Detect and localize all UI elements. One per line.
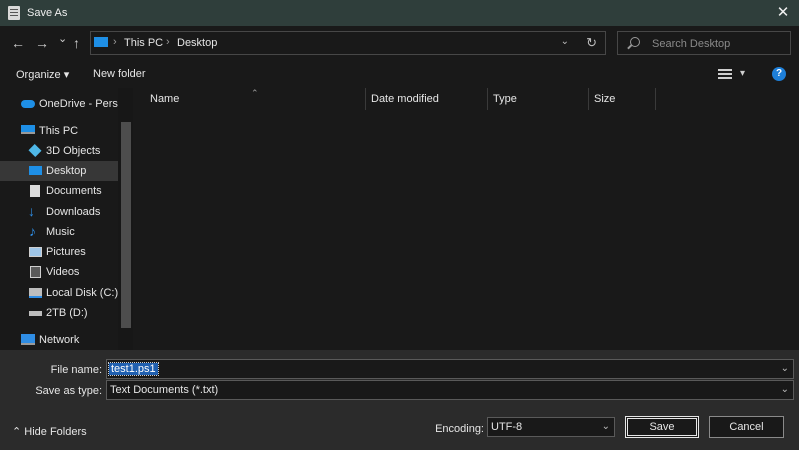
save-type-value: Text Documents (*.txt) bbox=[110, 384, 219, 396]
new-folder-button[interactable]: New folder bbox=[93, 68, 146, 80]
sidebar-item-network[interactable]: Network bbox=[0, 330, 118, 350]
navigation-bar: ← → ⌄ ↑ › This PC › Desktop ⌄ ↻ Search D… bbox=[0, 26, 799, 61]
disk-icon bbox=[29, 288, 42, 298]
sidebar-item-label: Desktop bbox=[46, 165, 87, 177]
recent-locations-button[interactable]: ⌄ bbox=[58, 32, 67, 45]
file-name-value[interactable]: test1.ps1 bbox=[108, 362, 159, 376]
video-icon bbox=[30, 266, 41, 278]
download-icon: ↓ bbox=[28, 203, 35, 219]
music-icon: ♪ bbox=[29, 223, 36, 239]
chevron-down-icon[interactable]: ⌄ bbox=[561, 36, 569, 47]
sidebar-item-music[interactable]: ♪ Music bbox=[0, 222, 118, 242]
search-icon bbox=[630, 37, 640, 47]
sidebar-item-label: Music bbox=[46, 226, 75, 238]
chevron-down-icon[interactable]: ⌄ bbox=[781, 384, 789, 395]
save-button[interactable]: Save bbox=[625, 416, 699, 438]
column-divider[interactable] bbox=[588, 88, 589, 110]
sidebar-item-label: Pictures bbox=[46, 246, 86, 258]
window-title: Save As bbox=[27, 7, 68, 19]
breadcrumb-this-pc[interactable]: This PC bbox=[124, 37, 163, 49]
sidebar-item-this-pc[interactable]: This PC bbox=[0, 121, 118, 141]
encoding-value: UTF-8 bbox=[491, 421, 523, 433]
sidebar-item-label: This PC bbox=[39, 125, 79, 137]
sidebar-item-downloads[interactable]: ↓ Downloads bbox=[0, 202, 118, 222]
file-name-field[interactable]: test1.ps1 ⌄ bbox=[106, 359, 794, 379]
network-icon bbox=[21, 334, 35, 345]
file-list[interactable]: ⌃ Name Date modified Type Size bbox=[133, 88, 799, 350]
back-button[interactable]: ← bbox=[11, 35, 25, 51]
up-button[interactable]: ↑ bbox=[73, 35, 80, 51]
column-divider[interactable] bbox=[655, 88, 656, 110]
address-bar[interactable]: › This PC › Desktop ⌄ ↻ bbox=[90, 31, 606, 55]
sidebar-item-videos[interactable]: Videos bbox=[0, 262, 118, 282]
sidebar-item-label: Videos bbox=[46, 266, 80, 278]
sidebar-item-label: Documents bbox=[46, 185, 102, 197]
pictures-icon bbox=[29, 247, 42, 257]
chevron-down-icon[interactable]: ⌄ bbox=[781, 363, 789, 374]
sidebar-scrollbar-thumb[interactable] bbox=[121, 122, 131, 328]
view-dropdown-chevron[interactable]: ▾ bbox=[740, 68, 745, 79]
search-box[interactable]: Search Desktop bbox=[617, 31, 791, 55]
column-header-date-modified[interactable]: Date modified bbox=[371, 93, 439, 105]
breadcrumb-separator: › bbox=[166, 36, 170, 48]
sidebar-item-onedrive[interactable]: OneDrive - Persor bbox=[0, 94, 128, 114]
view-options-icon[interactable] bbox=[718, 69, 732, 79]
desktop-icon bbox=[29, 166, 42, 175]
help-icon[interactable]: ? bbox=[772, 67, 786, 81]
save-options-panel: File name: test1.ps1 ⌄ Save as type: Tex… bbox=[0, 350, 799, 450]
sort-ascending-icon: ⌃ bbox=[251, 88, 259, 98]
sidebar-item-label: Downloads bbox=[46, 206, 101, 218]
pc-icon bbox=[94, 37, 108, 47]
pc-icon bbox=[21, 125, 35, 134]
sidebar-item-label: 2TB (D:) bbox=[46, 307, 88, 319]
sidebar-item-2tb[interactable]: 2TB (D:) bbox=[0, 303, 118, 323]
sidebar-item-label: Local Disk (C:) bbox=[46, 287, 119, 299]
encoding-select[interactable]: UTF-8 ⌄ bbox=[487, 417, 615, 437]
breadcrumb-desktop[interactable]: Desktop bbox=[177, 37, 217, 49]
sidebar-item-local-disk[interactable]: Local Disk (C:) bbox=[0, 283, 118, 303]
search-input[interactable]: Search Desktop bbox=[652, 38, 730, 50]
encoding-label: Encoding: bbox=[435, 423, 484, 435]
sidebar-item-label: Network bbox=[39, 334, 80, 346]
hide-folders-button[interactable]: ⌃ Hide Folders bbox=[12, 425, 87, 438]
refresh-icon[interactable]: ↻ bbox=[586, 35, 597, 51]
cancel-button[interactable]: Cancel bbox=[709, 416, 784, 438]
column-header-name[interactable]: Name bbox=[150, 93, 179, 105]
notepad-icon bbox=[8, 6, 20, 20]
close-button[interactable]: ✕ bbox=[767, 0, 799, 26]
navigation-pane: OneDrive - Persor This PC 3D Objects Des… bbox=[0, 88, 133, 350]
organize-button[interactable]: Organize ▾ bbox=[16, 68, 69, 81]
sidebar-item-desktop[interactable]: Desktop bbox=[0, 161, 118, 181]
column-header-type[interactable]: Type bbox=[493, 93, 517, 105]
onedrive-icon bbox=[21, 100, 35, 108]
document-icon bbox=[30, 185, 40, 197]
breadcrumb-separator: › bbox=[113, 36, 117, 48]
sidebar-item-documents[interactable]: Documents bbox=[0, 181, 118, 201]
column-header-size[interactable]: Size bbox=[594, 93, 615, 105]
title-bar: Save As ✕ bbox=[0, 0, 799, 26]
sidebar-item-label: 3D Objects bbox=[46, 145, 101, 157]
forward-button[interactable]: → bbox=[35, 35, 49, 51]
sidebar-item-3d-objects[interactable]: 3D Objects bbox=[0, 141, 118, 161]
cube-icon bbox=[28, 143, 42, 158]
save-type-label: Save as type: bbox=[35, 385, 102, 397]
file-name-label: File name: bbox=[50, 364, 102, 376]
drive-icon bbox=[29, 311, 42, 316]
toolbar: Organize ▾ New folder ▾ ? bbox=[0, 61, 799, 88]
chevron-down-icon[interactable]: ⌄ bbox=[602, 421, 610, 432]
sidebar-item-pictures[interactable]: Pictures bbox=[0, 242, 118, 262]
sidebar-item-label: OneDrive - Persor bbox=[39, 98, 128, 110]
save-type-select[interactable]: Text Documents (*.txt) ⌄ bbox=[106, 380, 794, 400]
column-divider[interactable] bbox=[365, 88, 366, 110]
column-divider[interactable] bbox=[487, 88, 488, 110]
